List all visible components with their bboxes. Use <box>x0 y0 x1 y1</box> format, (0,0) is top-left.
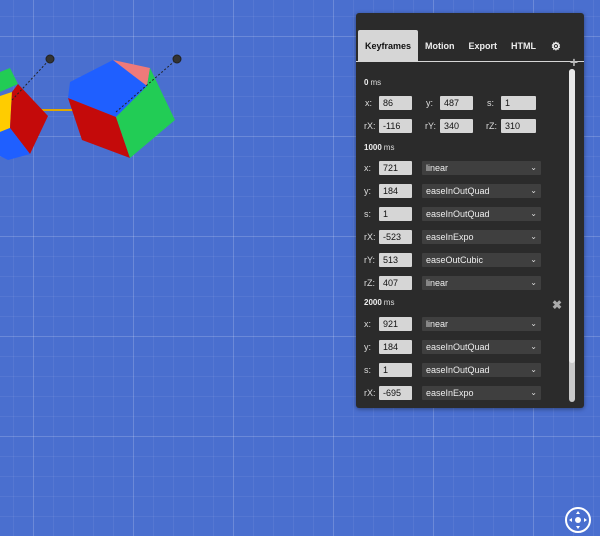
cube-right[interactable] <box>68 54 182 158</box>
kf1-row-1-easing-select[interactable]: easeInOutQuad ⌄ <box>422 184 541 198</box>
kf0-rZ-input[interactable]: 310 <box>501 119 536 133</box>
kf0-rZ-label: rZ: <box>486 121 497 131</box>
add-keyframe-button[interactable]: + <box>570 54 578 70</box>
keyframe-2-title: 2000 ms <box>364 298 394 307</box>
kf0-y-label: y: <box>426 98 434 108</box>
chevron-down-icon: ⌄ <box>530 255 537 264</box>
tab-divider <box>356 61 584 62</box>
kf0-y-input[interactable]: 487 <box>440 96 473 110</box>
panel-tabs: Keyframes Motion Export HTML ⚙ <box>356 30 569 62</box>
chevron-down-icon: ⌄ <box>530 163 537 172</box>
kf1-row-4-easing-select[interactable]: easeOutCubic ⌄ <box>422 253 541 267</box>
kf0-rY-input[interactable]: 340 <box>440 119 473 133</box>
chevron-down-icon: ⌄ <box>530 319 537 328</box>
tab-keyframes[interactable]: Keyframes <box>358 30 419 62</box>
chevron-down-icon: ⌄ <box>530 365 537 374</box>
kf0-x-input[interactable]: 86 <box>379 96 412 110</box>
kf1-row-2-value-input[interactable]: 1 <box>379 207 412 221</box>
kf1-row-3-value-input[interactable]: -523 <box>379 230 412 244</box>
kf0-s-label: s: <box>487 98 495 108</box>
kf1-row-3-easing-select[interactable]: easeInExpo ⌄ <box>422 230 541 244</box>
tab-export[interactable]: Export <box>462 30 505 62</box>
kf1-row-4-label: rY: <box>364 255 376 265</box>
kf1-row-0-value-input[interactable]: 721 <box>379 161 412 175</box>
keyframe-1-title: 1000 ms <box>364 143 394 152</box>
kf1-row-5-label: rZ: <box>364 278 375 288</box>
easing-value: easeInOutQuad <box>426 365 490 375</box>
keyframe-2-unit: ms <box>383 298 395 307</box>
kf2-row-1-label: y: <box>364 342 372 352</box>
chevron-down-icon: ⌄ <box>530 278 537 287</box>
kf2-row-3-value-input[interactable]: -695 <box>379 386 412 400</box>
kf2-row-0-label: x: <box>364 319 372 329</box>
move-tool-button[interactable] <box>565 507 591 533</box>
easing-value: linear <box>426 319 449 329</box>
keyframe-0-time: 0 <box>364 78 369 87</box>
cube-left-handle-line <box>11 58 51 101</box>
easing-value: easeInOutQuad <box>426 186 490 196</box>
gear-icon: ⚙ <box>551 40 561 53</box>
cube-left-handle[interactable] <box>45 54 55 64</box>
kf0-s-input[interactable]: 1 <box>501 96 536 110</box>
kf1-row-5-value-input[interactable]: 407 <box>379 276 412 290</box>
easing-value: easeInOutQuad <box>426 342 490 352</box>
kf1-row-2-easing-select[interactable]: easeInOutQuad ⌄ <box>422 207 541 221</box>
kf2-row-2-easing-select[interactable]: easeInOutQuad ⌄ <box>422 363 541 377</box>
move-icon <box>569 511 587 529</box>
kf1-row-0-label: x: <box>364 163 372 173</box>
chevron-down-icon: ⌄ <box>530 342 537 351</box>
chevron-down-icon: ⌄ <box>530 186 537 195</box>
kf2-row-3-easing-select[interactable]: easeInExpo ⌄ <box>422 386 541 400</box>
easing-value: linear <box>426 163 449 173</box>
settings-tab[interactable]: ⚙ <box>543 30 569 62</box>
keyframe-2-time: 2000 <box>364 298 382 307</box>
kf0-rX-label: rX: <box>364 121 376 131</box>
cube-left[interactable] <box>0 54 55 160</box>
easing-value: easeInExpo <box>426 232 474 242</box>
easing-value: easeInOutQuad <box>426 209 490 219</box>
keyframe-0-unit: ms <box>370 78 382 87</box>
kf1-row-2-label: s: <box>364 209 372 219</box>
scrollbar-track[interactable] <box>569 69 575 402</box>
kf0-x-label: x: <box>365 98 373 108</box>
keyframe-0-title: 0 ms <box>364 78 381 87</box>
kf1-row-3-label: rX: <box>364 232 376 242</box>
chevron-down-icon: ⌄ <box>530 209 537 218</box>
kf2-row-3-label: rX: <box>364 388 376 398</box>
chevron-down-icon: ⌄ <box>530 232 537 241</box>
cube-right-handle[interactable] <box>172 54 182 64</box>
easing-value: easeInExpo <box>426 388 474 398</box>
easing-value: linear <box>426 278 449 288</box>
kf0-rY-label: rY: <box>425 121 437 131</box>
kf1-row-5-easing-select[interactable]: linear ⌄ <box>422 276 541 290</box>
kf2-row-2-value-input[interactable]: 1 <box>379 363 412 377</box>
kf2-row-0-value-input[interactable]: 921 <box>379 317 412 331</box>
kf2-row-1-value-input[interactable]: 184 <box>379 340 412 354</box>
kf2-row-2-label: s: <box>364 365 372 375</box>
remove-keyframe-button[interactable]: ✖ <box>552 298 562 312</box>
kf2-row-1-easing-select[interactable]: easeInOutQuad ⌄ <box>422 340 541 354</box>
keyframe-1-time: 1000 <box>364 143 382 152</box>
kf1-row-1-label: y: <box>364 186 372 196</box>
tab-html[interactable]: HTML <box>504 30 543 62</box>
kf1-row-0-easing-select[interactable]: linear ⌄ <box>422 161 541 175</box>
kf0-rX-input[interactable]: -116 <box>379 119 412 133</box>
kf1-row-4-value-input[interactable]: 513 <box>379 253 412 267</box>
kf1-row-1-value-input[interactable]: 184 <box>379 184 412 198</box>
tab-motion[interactable]: Motion <box>418 30 462 62</box>
easing-value: easeOutCubic <box>426 255 484 265</box>
chevron-down-icon: ⌄ <box>530 388 537 397</box>
scrollbar-thumb[interactable] <box>569 69 575 363</box>
kf2-row-0-easing-select[interactable]: linear ⌄ <box>422 317 541 331</box>
keyframe-1-unit: ms <box>383 143 395 152</box>
